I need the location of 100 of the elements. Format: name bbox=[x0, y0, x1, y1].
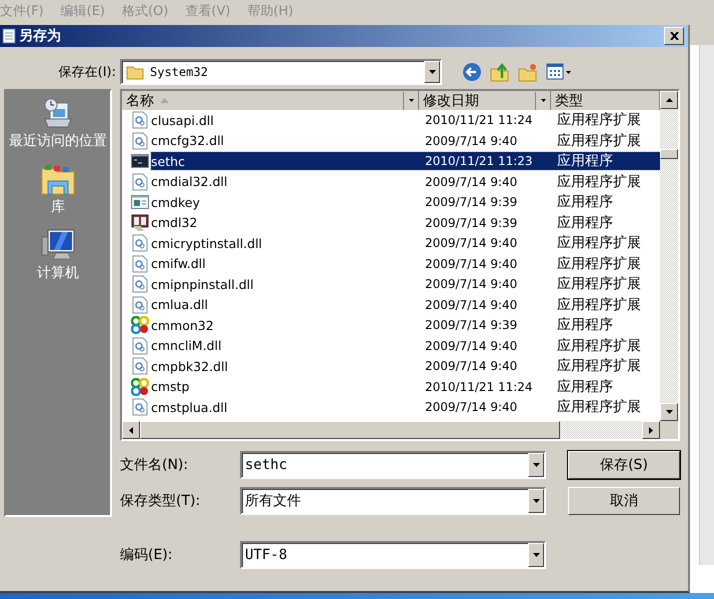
file-type: 应用程序扩展 bbox=[557, 336, 641, 355]
column-header[interactable]: 修改日期 bbox=[419, 91, 551, 110]
file-type: 应用程序扩展 bbox=[557, 254, 641, 273]
dll-file-icon bbox=[131, 172, 149, 191]
save-in-label: 保存在(I): bbox=[58, 64, 117, 81]
caret-icon bbox=[408, 99, 414, 102]
file-name: cmlua.dll bbox=[151, 297, 209, 312]
scroll-thumb[interactable] bbox=[140, 421, 560, 439]
column-header[interactable]: 类型 bbox=[551, 91, 660, 110]
dll-file-icon bbox=[131, 336, 149, 355]
file-type: 应用程序扩展 bbox=[557, 357, 641, 376]
file-row[interactable]: cmcfg32.dll 2009/7/14 9:40 应用程序扩展 bbox=[151, 132, 660, 150]
horizontal-scrollbar[interactable] bbox=[122, 421, 678, 439]
place-label[interactable]: 最近访问的位置 bbox=[8, 133, 108, 149]
file-name: cmcfg32.dll bbox=[151, 133, 226, 148]
field-label: 文件名(N): bbox=[120, 456, 190, 474]
dropdown-arrow-button[interactable] bbox=[528, 489, 544, 513]
file-row[interactable]: cmifw.dll 2009/7/14 9:40 应用程序扩展 bbox=[151, 254, 660, 273]
dll-file-icon bbox=[131, 357, 149, 376]
field-label: 编码(E): bbox=[120, 546, 174, 564]
place-label[interactable]: 计算机 bbox=[8, 265, 108, 281]
dll-file-icon bbox=[131, 132, 149, 150]
cancel-button[interactable]: 取消 bbox=[568, 487, 680, 515]
file-row[interactable]: cmncliM.dll 2009/7/14 9:40 应用程序扩展 bbox=[151, 336, 660, 355]
input-field[interactable]: UTF-8 bbox=[240, 541, 546, 569]
left-arrow-icon bbox=[129, 426, 133, 434]
file-name: cmpbk32.dll bbox=[151, 358, 229, 374]
file-type: 应用程序扩展 bbox=[557, 172, 641, 191]
file-row[interactable]: cmdkey 2009/7/14 9:39 应用程序 bbox=[151, 193, 660, 212]
modified-date: 2009/7/14 9:39 bbox=[425, 318, 518, 332]
column-header[interactable]: 名称 bbox=[122, 91, 419, 110]
file-name: cmdkey bbox=[151, 194, 201, 210]
file-type: 应用程序扩展 bbox=[557, 275, 641, 294]
file-row[interactable]: cmdial32.dll 2009/7/14 9:40 应用程序扩展 bbox=[151, 172, 660, 191]
scroll-down-button[interactable] bbox=[660, 403, 678, 421]
save-button[interactable]: 保存(S) bbox=[568, 451, 680, 479]
file-row[interactable]: clusapi.dll 2010/11/21 11:24 应用程序扩展 bbox=[151, 111, 660, 130]
dll-file-icon bbox=[131, 275, 149, 294]
window-title: 另存为 bbox=[19, 27, 61, 45]
file-row[interactable]: cmstp 2010/11/21 11:24 应用程序 bbox=[151, 378, 660, 396]
vertical-scrollbar[interactable] bbox=[660, 91, 678, 421]
caret-icon bbox=[428, 70, 436, 74]
notepad-icon bbox=[2, 28, 16, 44]
scroll-left-button[interactable] bbox=[122, 421, 140, 439]
file-row[interactable]: cmicryptinstall.dll 2009/7/14 9:40 应用程序扩展 bbox=[151, 234, 660, 252]
modified-date: 2009/7/14 9:40 bbox=[425, 359, 518, 374]
modified-date: 2009/7/14 9:40 bbox=[425, 134, 518, 148]
dll-file-icon bbox=[131, 254, 149, 273]
file-row[interactable]: cmlua.dll 2009/7/14 9:40 应用程序扩展 bbox=[151, 296, 660, 314]
file-name: cmifw.dll bbox=[151, 256, 207, 272]
folder-icon bbox=[126, 64, 144, 80]
scrollbar-corner bbox=[660, 421, 678, 439]
file-name: sethc bbox=[151, 154, 186, 169]
file-row[interactable]: sethc 2010/11/21 11:23 应用程序 bbox=[151, 152, 660, 170]
file-name: cmdial32.dll bbox=[151, 174, 228, 190]
file-row[interactable]: cmstplua.dll 2009/7/14 9:40 应用程序扩展 bbox=[151, 398, 660, 416]
field-label: 保存类型(T): bbox=[120, 492, 202, 510]
window-app-icon bbox=[131, 195, 149, 210]
dropdown-arrow-button[interactable] bbox=[528, 543, 544, 567]
scroll-thumb[interactable] bbox=[660, 149, 678, 159]
right-arrow-icon bbox=[649, 426, 653, 434]
file-type: 应用程序扩展 bbox=[557, 234, 641, 252]
modified-date: 2009/7/14 9:40 bbox=[425, 298, 518, 312]
file-type: 应用程序扩展 bbox=[557, 398, 641, 416]
file-name: cmmon32 bbox=[151, 318, 215, 333]
file-row[interactable]: cmmon32 2009/7/14 9:39 应用程序 bbox=[151, 316, 660, 334]
view-menu-icon[interactable] bbox=[546, 63, 572, 81]
dropdown-arrow-button[interactable] bbox=[528, 453, 544, 477]
input-field[interactable]: sethc bbox=[240, 451, 546, 479]
close-button[interactable] bbox=[664, 27, 684, 45]
file-type: 应用程序扩展 bbox=[557, 111, 641, 130]
file-name: clusapi.dll bbox=[151, 112, 215, 128]
dll-file-icon bbox=[131, 398, 149, 416]
file-row[interactable]: cmdl32 2009/7/14 9:39 应用程序 bbox=[151, 214, 660, 232]
up-arrow-icon bbox=[666, 98, 672, 102]
file-type: 应用程序 bbox=[557, 214, 613, 232]
modified-date: 2009/7/14 9:40 bbox=[425, 174, 518, 189]
file-name: cmdl32 bbox=[151, 215, 198, 230]
file-name: cmstp bbox=[151, 379, 190, 394]
file-name: cmipnpinstall.dll bbox=[151, 276, 255, 292]
dll-file-icon bbox=[131, 111, 149, 130]
modified-date: 2010/11/21 11:24 bbox=[425, 380, 534, 394]
caret-icon bbox=[540, 99, 546, 102]
modified-date: 2009/7/14 9:39 bbox=[425, 195, 518, 210]
place-label[interactable]: 库 bbox=[8, 199, 108, 215]
console-icon bbox=[131, 154, 149, 168]
dll-file-icon bbox=[131, 296, 149, 314]
save-in-dropdown[interactable]: System32 bbox=[120, 59, 442, 85]
input-field[interactable]: 所有文件 bbox=[240, 487, 546, 515]
scroll-up-button[interactable] bbox=[660, 91, 678, 109]
scroll-right-button[interactable] bbox=[642, 421, 660, 439]
modified-date: 2009/7/14 9:39 bbox=[425, 216, 518, 230]
modified-date: 2010/11/21 11:24 bbox=[425, 113, 534, 128]
dropdown-arrow-button[interactable] bbox=[424, 61, 440, 83]
modified-date: 2009/7/14 9:40 bbox=[425, 236, 518, 250]
file-row[interactable]: cmpbk32.dll 2009/7/14 9:40 应用程序扩展 bbox=[151, 357, 660, 376]
back-icon[interactable] bbox=[462, 62, 482, 82]
file-row[interactable]: cmipnpinstall.dll 2009/7/14 9:40 应用程序扩展 bbox=[151, 275, 660, 294]
file-type: 应用程序扩展 bbox=[557, 132, 641, 150]
file-type: 应用程序 bbox=[557, 316, 613, 334]
